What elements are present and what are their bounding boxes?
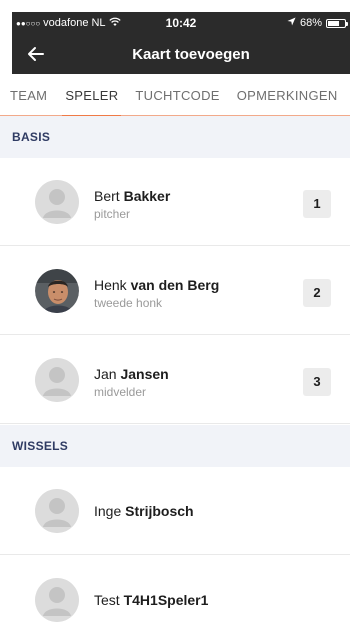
player-row-henk-van-den-berg[interactable]: Henk van den Berg tweede honk 2 <box>0 247 350 335</box>
player-row-bert-bakker[interactable]: Bert Bakker pitcher 1 <box>0 158 350 246</box>
shirt-number-badge: 3 <box>303 368 331 396</box>
back-arrow-icon[interactable] <box>24 42 48 66</box>
tab-speler[interactable]: SPELER <box>62 74 122 117</box>
battery-icon <box>326 18 348 28</box>
battery-percent: 68% <box>299 17 322 29</box>
player-name: Inge Strijbosch <box>94 503 194 519</box>
status-bar: ●●○○○ vodafone NL 10:42 68% <box>12 12 350 34</box>
placeholder-avatar-icon <box>35 578 79 622</box>
location-arrow-icon <box>287 17 296 29</box>
player-name: Jan Jansen <box>94 366 169 382</box>
nav-bar: Kaart toevoegen <box>12 34 350 74</box>
shirt-number-badge: 2 <box>303 279 331 307</box>
player-name: Bert Bakker <box>94 188 171 204</box>
tab-opmerkingen[interactable]: OPMERKINGEN <box>237 74 338 116</box>
page-title: Kaart toevoegen <box>132 45 250 63</box>
app-header: ●●○○○ vodafone NL 10:42 68% Kaart toevoe… <box>12 12 350 74</box>
player-row-jan-jansen[interactable]: Jan Jansen midvelder 3 <box>0 336 350 424</box>
player-name: Test T4H1Speler1 <box>94 592 209 608</box>
signal-dots-icon: ●●○○○ <box>16 18 41 28</box>
tab-team[interactable]: TEAM <box>10 74 47 116</box>
player-row-test-t4h1speler1[interactable]: Test T4H1Speler1 <box>0 556 350 622</box>
tab-tuchtcode[interactable]: TUCHTCODE <box>135 74 219 116</box>
photo-avatar <box>35 269 79 313</box>
player-position: tweede honk <box>94 296 163 310</box>
carrier-label: vodafone NL <box>43 17 106 29</box>
placeholder-avatar-icon <box>35 489 79 533</box>
section-header-basis: BASIS <box>0 116 350 158</box>
player-row-inge-strijbosch[interactable]: Inge Strijbosch <box>0 467 350 555</box>
shirt-number-badge: 1 <box>303 190 331 218</box>
player-name: Henk van den Berg <box>94 277 220 293</box>
player-position: midvelder <box>94 385 147 399</box>
tab-bar: TEAM SPELER TUCHTCODE OPMERKINGEN <box>0 74 350 117</box>
placeholder-avatar-icon <box>35 358 79 402</box>
wifi-icon <box>108 17 121 30</box>
section-header-wissels: WISSELS <box>0 425 350 467</box>
player-position: pitcher <box>94 207 131 221</box>
placeholder-avatar-icon <box>35 180 79 224</box>
